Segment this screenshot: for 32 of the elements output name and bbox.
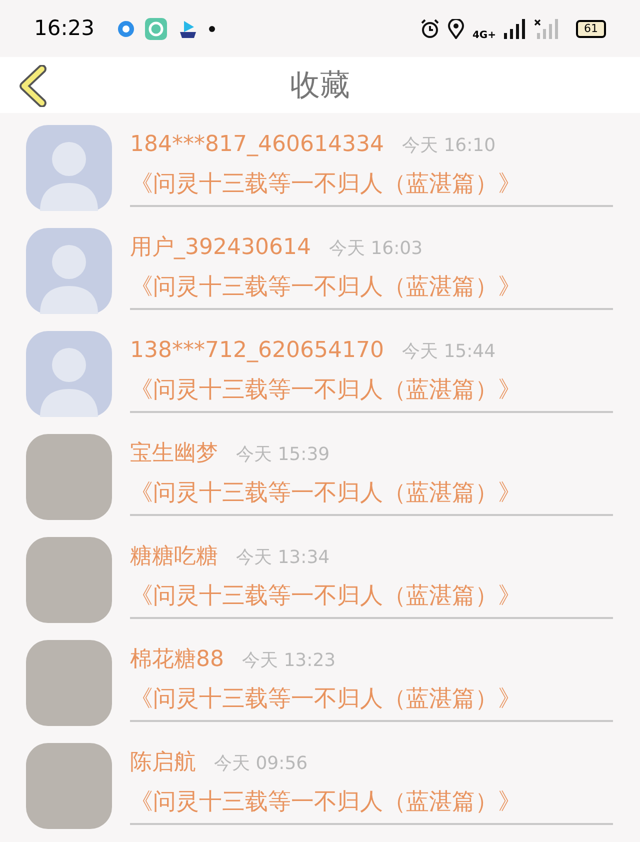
user-name: 184***817_460614334 <box>130 131 384 159</box>
favorite-time: 今天 13:23 <box>242 649 336 673</box>
favorite-time: 今天 16:10 <box>402 134 496 158</box>
network-type: 4G+ <box>472 30 496 40</box>
user-name: 138***712_620654170 <box>130 337 384 365</box>
book-title[interactable]: 《问灵十三载等一不归人（蓝湛篇）》 <box>130 476 613 510</box>
book-title[interactable]: 《问灵十三载等一不归人（蓝湛篇）》 <box>130 579 613 614</box>
book-title[interactable]: 《问灵十三载等一不归人（蓝湛篇）》 <box>130 785 613 820</box>
user-name: 陈启航 <box>130 749 196 777</box>
book-title[interactable]: 《问灵十三载等一不归人（蓝湛篇）》 <box>130 373 613 408</box>
app-notification-icon <box>144 18 167 40</box>
favorite-time: 今天 16:03 <box>328 237 423 261</box>
battery-indicator: 61 <box>576 20 606 38</box>
no-signal-icon <box>534 18 560 38</box>
user-name: 宝生幽梦 <box>130 440 218 468</box>
book-title[interactable]: 《问灵十三载等一不归人（蓝湛篇）》 <box>130 682 613 716</box>
favorite-time: 今天 15:44 <box>402 340 496 364</box>
favorite-time: 今天 15:39 <box>236 443 330 467</box>
app-notification-icon <box>116 20 135 38</box>
location-icon <box>448 18 464 38</box>
status-time: 16:23 <box>34 14 95 42</box>
favorite-time: 今天 09:56 <box>214 752 308 776</box>
book-title[interactable]: 《问灵十三载等一不归人（蓝湛篇）》 <box>130 270 613 304</box>
page-title: 收藏 <box>290 66 350 104</box>
alarm-icon <box>420 18 440 38</box>
book-title[interactable]: 《问灵十三载等一不归人（蓝湛篇）》 <box>130 167 613 202</box>
notification-dot-icon <box>208 26 215 32</box>
user-name: 用户_392430614 <box>130 234 311 262</box>
signal-icon <box>504 18 526 38</box>
user-name: 棉花糖88 <box>130 646 224 674</box>
favorite-time: 今天 13:34 <box>236 546 330 570</box>
user-name: 糖糖吃糖 <box>130 543 218 571</box>
